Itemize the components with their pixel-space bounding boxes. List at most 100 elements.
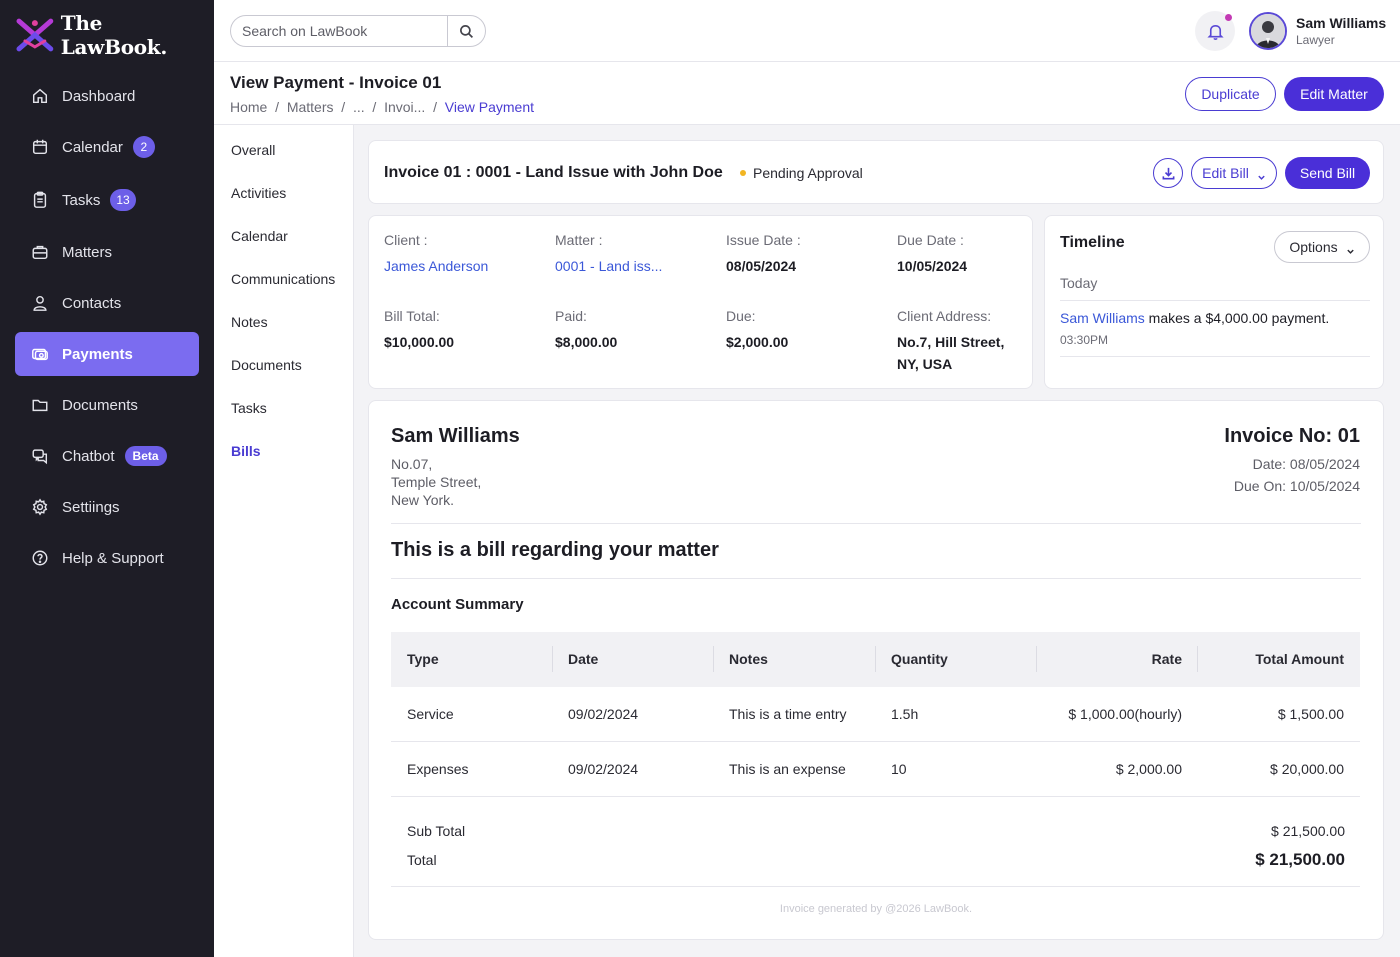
sidebar-item-label: Tasks <box>62 191 101 209</box>
subnav-bills[interactable]: Bills <box>231 443 261 459</box>
sidebar-item-label: Calendar <box>62 138 123 156</box>
sidebar-item-label: Help & Support <box>62 549 164 567</box>
edit-matter-button[interactable]: Edit Matter <box>1284 77 1384 111</box>
breadcrumb-invoice[interactable]: Invoi... <box>384 99 425 115</box>
help-icon <box>31 549 49 567</box>
breadcrumb-separator: / <box>364 99 385 115</box>
invoice-date: Date: 08/05/2024 <box>1252 456 1360 472</box>
search-input[interactable] <box>231 16 447 46</box>
column-header-rate: Rate <box>1151 651 1182 667</box>
client-link[interactable]: James Anderson <box>384 258 488 274</box>
sidebar-item-matters[interactable]: Matters <box>15 230 199 274</box>
page-header: View Payment - Invoice 01 Home / Matters… <box>214 62 1400 125</box>
bill-total-value: $10,000.00 <box>384 334 455 350</box>
invoice-address-line: No.07, <box>391 456 433 472</box>
sidebar-item-label: Dashboard <box>62 87 136 105</box>
breadcrumb-separator: / <box>267 99 287 115</box>
sidebar-item-chatbot[interactable]: Chatbot Beta <box>15 434 199 478</box>
subnav-overall[interactable]: Overall <box>231 142 275 158</box>
briefcase-icon <box>31 243 49 261</box>
matter-label: Matter : <box>555 232 603 248</box>
cell-quantity: 1.5h <box>891 706 919 722</box>
subnav-calendar[interactable]: Calendar <box>231 228 288 244</box>
bell-icon <box>1206 24 1224 40</box>
sidebar-item-settings[interactable]: Settiings <box>15 485 199 529</box>
edit-bill-label: Edit Bill <box>1202 165 1249 181</box>
status-dot <box>740 170 746 176</box>
sidebar-item-label: Settiings <box>62 498 120 516</box>
search-box <box>230 15 486 47</box>
cell-notes: This is a time entry <box>729 706 847 722</box>
timeline-options-button[interactable]: Options <box>1274 231 1370 263</box>
due-amount-label: Due: <box>726 308 756 324</box>
subnav-activities[interactable]: Activities <box>231 185 286 201</box>
paid-value: $8,000.00 <box>555 334 618 350</box>
timeline-entry: Sam Williams makes a $4,000.00 payment. <box>1060 310 1329 326</box>
subnav-notes[interactable]: Notes <box>231 314 268 330</box>
column-header-total-amount: Total Amount <box>1255 651 1344 667</box>
total-label: Total <box>407 852 437 868</box>
sidebar-item-payments[interactable]: Payments <box>15 332 199 376</box>
client-address-line1: No.7, Hill Street, <box>897 334 1005 350</box>
sidebar-item-dashboard[interactable]: Dashboard <box>15 74 199 118</box>
chat-icon <box>31 447 49 465</box>
column-separator <box>1197 646 1198 672</box>
avatar[interactable] <box>1249 12 1287 50</box>
notification-dot <box>1225 14 1232 21</box>
home-icon <box>31 87 49 105</box>
tasks-count-badge: 13 <box>110 189 136 211</box>
client-address-label: Client Address: <box>897 308 992 324</box>
sidebar-item-help-support[interactable]: Help & Support <box>15 536 199 580</box>
notifications-button[interactable] <box>1195 11 1235 51</box>
invoice-number: Invoice No: 01 <box>1224 425 1360 447</box>
download-button[interactable] <box>1153 158 1183 188</box>
beta-badge: Beta <box>124 446 167 466</box>
breadcrumb-home[interactable]: Home <box>230 99 267 115</box>
status-badge: Pending Approval <box>740 165 863 181</box>
user-photo-icon <box>1251 14 1285 48</box>
issue-date-value: 08/05/2024 <box>726 258 797 274</box>
edit-bill-button[interactable]: Edit Bill <box>1191 157 1277 189</box>
timeline-entry-user-link[interactable]: Sam Williams <box>1060 310 1145 326</box>
user-name[interactable]: Sam Williams <box>1296 15 1386 31</box>
app-logo[interactable]: The LawBook. <box>0 0 214 70</box>
page-title: View Payment - Invoice 01 <box>230 73 442 92</box>
column-separator <box>713 646 714 672</box>
invoice-document: Sam Williams No.07, Temple Street, New Y… <box>368 400 1384 940</box>
gear-icon <box>31 498 49 516</box>
breadcrumb-matters[interactable]: Matters <box>287 99 334 115</box>
sidebar-item-label: Chatbot <box>62 447 115 465</box>
column-header-date: Date <box>568 651 599 667</box>
breadcrumb: Home / Matters / ... / Invoi... / View P… <box>230 99 534 115</box>
duplicate-button[interactable]: Duplicate <box>1185 77 1276 111</box>
matter-subnav: Overall Activities Calendar Communicatio… <box>214 125 354 957</box>
subnav-communications[interactable]: Communications <box>231 271 335 287</box>
paid-label: Paid: <box>555 308 587 324</box>
sidebar-item-documents[interactable]: Documents <box>15 383 199 427</box>
cell-total: $ 20,000.00 <box>1270 761 1344 777</box>
cell-quantity: 10 <box>891 761 907 777</box>
breadcrumb-ellipsis[interactable]: ... <box>353 99 365 115</box>
invoice-address-line: Temple Street, <box>391 474 482 490</box>
sidebar-item-calendar[interactable]: Calendar 2 <box>15 125 199 169</box>
cell-total: $ 1,500.00 <box>1277 706 1344 722</box>
divider <box>1060 356 1370 357</box>
calendar-count-badge: 2 <box>132 136 155 158</box>
subnav-tasks[interactable]: Tasks <box>231 400 267 416</box>
client-address-line2: NY, USA <box>897 356 953 372</box>
invoice-address-line: New York. <box>391 492 455 508</box>
user-icon <box>31 294 49 312</box>
subtotal-value: $ 21,500.00 <box>1271 823 1345 839</box>
sidebar-item-contacts[interactable]: Contacts <box>15 281 199 325</box>
sidebar-item-tasks[interactable]: Tasks 13 <box>15 178 199 222</box>
due-amount-value: $2,000.00 <box>726 334 789 350</box>
search-button[interactable] <box>447 16 485 46</box>
client-label: Client : <box>384 232 428 248</box>
matter-link[interactable]: 0001 - Land iss... <box>555 258 662 274</box>
cell-date: 09/02/2024 <box>568 706 639 722</box>
timeline-card: Timeline Options Today Sam Williams make… <box>1044 215 1384 389</box>
column-separator <box>875 646 876 672</box>
divider <box>391 523 1361 524</box>
subnav-documents[interactable]: Documents <box>231 357 302 373</box>
send-bill-button[interactable]: Send Bill <box>1285 157 1370 189</box>
